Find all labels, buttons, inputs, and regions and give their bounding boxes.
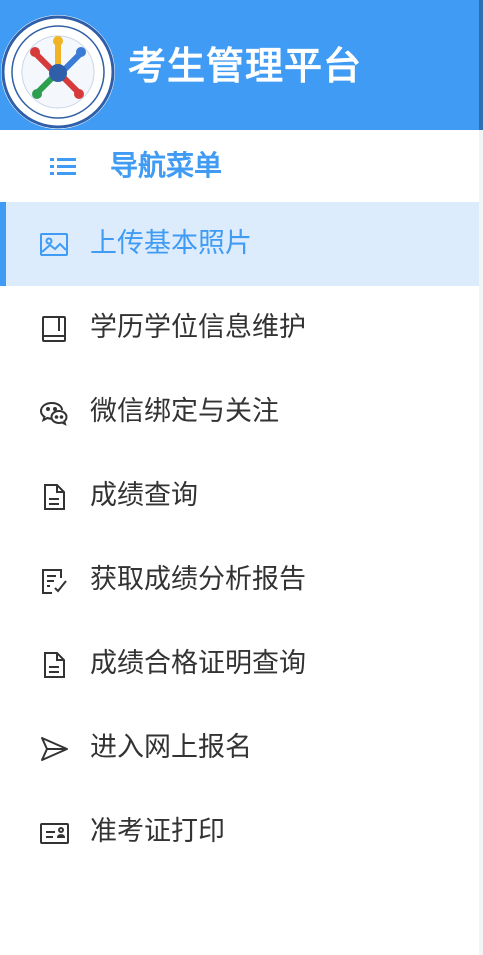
menu-item-label: 获取成绩分析报告 (90, 564, 306, 595)
menu-item-label: 成绩查询 (90, 480, 198, 511)
menu-item-label: 成绩合格证明查询 (90, 648, 306, 679)
menu-item-label: 微信绑定与关注 (90, 396, 279, 427)
edit-document-icon (38, 566, 70, 596)
document-icon (38, 482, 70, 512)
send-icon (38, 734, 70, 764)
menu-item-score-report[interactable]: 获取成绩分析报告 (0, 538, 479, 622)
wechat-icon (38, 398, 70, 428)
menu-item-label: 上传基本照片 (90, 228, 252, 259)
logo-emblem (1, 15, 115, 129)
menu-item-online-registration[interactable]: 进入网上报名 (0, 706, 479, 790)
menu-item-label: 学历学位信息维护 (90, 312, 306, 343)
document-icon (38, 650, 70, 680)
nav-menu: 上传基本照片 学历学位信息维护 微信绑定与关注 成绩查询 获取成绩分析报告 成绩… (0, 202, 479, 874)
image-icon (38, 230, 70, 260)
app-title: 考生管理平台 (128, 44, 363, 88)
nav-title: 导航菜单 (110, 149, 223, 182)
menu-item-certificate-query[interactable]: 成绩合格证明查询 (0, 622, 479, 706)
header-edge (479, 0, 483, 130)
menu-item-label: 进入网上报名 (90, 732, 252, 763)
nav-header: 导航菜单 (0, 130, 479, 202)
menu-item-wechat[interactable]: 微信绑定与关注 (0, 370, 479, 454)
list-icon (50, 154, 76, 178)
sidebar-edge (479, 130, 483, 955)
book-icon (38, 314, 70, 344)
menu-item-label: 准考证打印 (90, 816, 225, 847)
header-bar: 考生管理平台 (0, 0, 479, 130)
menu-item-admission-ticket[interactable]: 准考证打印 (0, 790, 479, 874)
menu-item-degree-info[interactable]: 学历学位信息维护 (0, 286, 479, 370)
menu-item-upload-photo[interactable]: 上传基本照片 (0, 202, 479, 286)
menu-item-score-query[interactable]: 成绩查询 (0, 454, 479, 538)
id-card-icon (38, 818, 70, 848)
